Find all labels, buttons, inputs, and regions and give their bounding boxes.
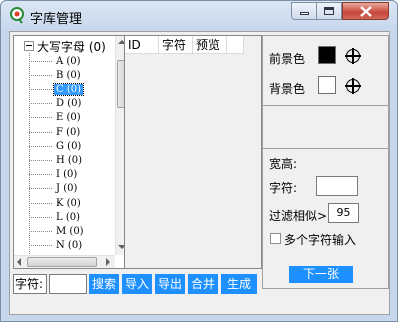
tree-item-label: K (0) — [56, 197, 81, 209]
tree-item-label: A (0) — [56, 55, 81, 67]
search-char-label: 字符: — [13, 274, 47, 294]
tree-item[interactable]: B (0) — [29, 68, 83, 82]
tree-item-label: M (0) — [56, 225, 84, 237]
maximize-icon — [324, 7, 334, 15]
tree-item[interactable]: L (0) — [29, 210, 82, 224]
maximize-button[interactable] — [317, 2, 342, 20]
tree-item[interactable]: G (0) — [29, 139, 83, 153]
fg-color-swatch[interactable] — [318, 46, 336, 64]
tree-horizontal-scrollbar[interactable] — [14, 255, 115, 268]
tree-item-label: F (0) — [56, 126, 81, 138]
tree-branch-line — [29, 88, 52, 90]
tree-item-label: J (0) — [56, 183, 78, 195]
panel-char-label: 字符: — [269, 181, 298, 195]
fg-color-label: 前景色 — [269, 52, 306, 66]
tree-item[interactable]: F (0) — [29, 125, 82, 139]
panel-divider-1 — [263, 105, 388, 106]
tree-root[interactable]: 大写字母 (0) — [24, 39, 106, 54]
minimize-button[interactable] — [291, 2, 317, 20]
tree-item-label: C (0) — [53, 82, 84, 96]
bg-color-label: 背景色 — [269, 82, 306, 96]
main-window: 字库管理 大写字母 (0) A (0) B (0) C (0) D (0) E (0) F… — [0, 0, 398, 322]
scroll-left-icon[interactable] — [17, 258, 21, 266]
list-header: ID 字符 预览 — [125, 36, 244, 54]
minimize-icon — [300, 12, 309, 15]
col-id[interactable]: ID — [125, 36, 159, 54]
tree-item-label: H (0) — [56, 154, 83, 166]
col-char[interactable]: 字符 — [159, 36, 193, 54]
window-title: 字库管理 — [30, 12, 83, 27]
bg-color-picker-icon[interactable] — [345, 78, 361, 94]
tree-root-label: 大写字母 (0) — [37, 39, 106, 54]
tree-item[interactable]: C (0) — [29, 82, 84, 96]
tree-item[interactable]: H (0) — [29, 153, 84, 167]
next-button[interactable]: 下一张 — [289, 266, 353, 283]
scroll-right-icon[interactable] — [106, 258, 110, 266]
panel-char-input[interactable] — [316, 176, 358, 196]
tree-branch-line — [29, 60, 52, 62]
search-button[interactable]: 搜索 — [89, 274, 119, 294]
close-icon — [360, 6, 372, 17]
tree-item-label: B (0) — [56, 69, 81, 81]
horizontal-scroll-thumb[interactable] — [27, 257, 97, 267]
tree-branch-line — [29, 74, 52, 76]
tree-branch-line — [29, 145, 52, 147]
tree-item-label: L (0) — [56, 211, 80, 223]
tree-branch-line — [29, 103, 52, 105]
tree-branch-line — [29, 159, 52, 161]
tree-item[interactable]: A (0) — [29, 54, 83, 68]
tree-branch-line — [29, 245, 52, 247]
tree-branch-line — [29, 131, 52, 133]
tree-branch-line — [29, 202, 52, 204]
tree-item[interactable]: K (0) — [29, 196, 83, 210]
col-filler — [227, 36, 244, 54]
tree-branch-line — [29, 216, 52, 218]
tree-item-label: N (0) — [56, 240, 83, 252]
col-preview[interactable]: 预览 — [193, 36, 227, 54]
tree-branch-line — [29, 117, 52, 119]
merge-button[interactable]: 合并 — [188, 274, 218, 294]
tree-item[interactable]: I (0) — [29, 168, 79, 182]
tree-branch-line — [29, 174, 52, 176]
char-tree[interactable]: 大写字母 (0) A (0) B (0) C (0) D (0) E (0) F (0) G… — [13, 35, 128, 269]
generate-button[interactable]: 生成 — [221, 274, 257, 294]
tree-item-label: I (0) — [56, 169, 78, 181]
export-button[interactable]: 导出 — [155, 274, 185, 294]
client-area: 大写字母 (0) A (0) B (0) C (0) D (0) E (0) F (0) G… — [9, 31, 390, 315]
panel-divider-2 — [263, 148, 388, 149]
tree-item-label: E (0) — [56, 112, 81, 124]
close-button[interactable] — [342, 2, 389, 20]
tree-item[interactable]: J (0) — [29, 182, 79, 196]
search-char-input[interactable] — [49, 274, 87, 294]
tree-branch-line — [29, 230, 52, 232]
collapse-icon[interactable] — [24, 41, 34, 51]
fg-color-picker-icon[interactable] — [345, 48, 361, 64]
tree-item[interactable]: N (0) — [29, 239, 84, 253]
multi-char-label: 多个字符输入 — [284, 233, 357, 247]
size-label: 宽高: — [269, 157, 298, 171]
title-bar[interactable]: 字库管理 — [1, 1, 397, 31]
tree-item[interactable]: D (0) — [29, 97, 83, 111]
tree-branch-line — [29, 188, 52, 190]
import-button[interactable]: 导入 — [122, 274, 152, 294]
filter-input[interactable]: 95 — [328, 203, 359, 223]
bg-color-swatch[interactable] — [318, 76, 336, 94]
char-list[interactable]: ID 字符 预览 — [124, 35, 262, 269]
filter-label: 过滤相似> — [269, 209, 328, 223]
tree-item-label: D (0) — [56, 98, 82, 110]
tree-item-label: G (0) — [56, 140, 82, 152]
multi-char-checkbox[interactable] — [270, 233, 281, 244]
tree-item[interactable]: M (0) — [29, 224, 86, 238]
app-logo-icon — [10, 7, 24, 24]
tree-item[interactable]: E (0) — [29, 111, 83, 125]
options-panel: 前景色 背景色 宽高: 字符: 过滤相似> 95 多个字符输入 下一张 — [262, 35, 389, 289]
